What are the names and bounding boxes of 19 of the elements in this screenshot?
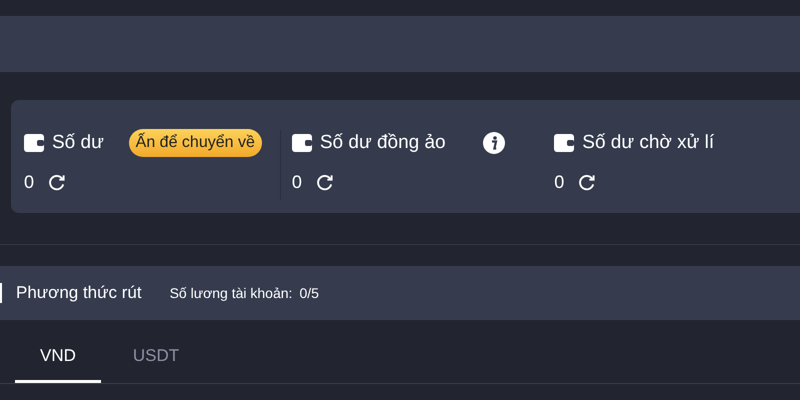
balance-label: Số dư chờ xử lí xyxy=(582,132,714,154)
currency-tab[interactable]: USDT xyxy=(113,342,199,383)
currency-tab[interactable]: VND xyxy=(15,342,101,383)
wallet-icon xyxy=(292,134,312,152)
transfer-button[interactable]: Ấn để chuyển về xyxy=(128,129,262,157)
balance-amount: 0 xyxy=(554,172,564,193)
refresh-icon[interactable] xyxy=(47,173,66,192)
refresh-icon[interactable] xyxy=(314,173,334,192)
wallet-icon xyxy=(24,134,44,152)
balance-amount: 0 xyxy=(292,172,302,193)
info-icon[interactable] xyxy=(483,132,506,154)
balance-label: Số dư đồng ảo xyxy=(320,132,446,154)
section-title: Phương thức rút xyxy=(16,283,142,303)
account-count: 0/5 xyxy=(299,285,319,301)
refresh-icon[interactable] xyxy=(577,173,596,192)
balance-label: Số dư xyxy=(52,132,104,154)
balance-amount: 0 xyxy=(24,172,34,193)
wallet-icon xyxy=(554,134,574,152)
account-count-label: Số lương tài khoản: xyxy=(170,285,292,301)
